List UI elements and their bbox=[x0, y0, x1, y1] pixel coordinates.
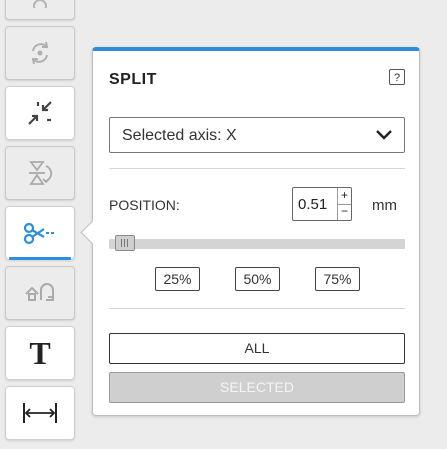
settings-icon bbox=[33, 0, 47, 8]
axis-select-value: Selected axis: X bbox=[122, 127, 237, 144]
divider bbox=[109, 168, 405, 169]
position-unit: mm bbox=[372, 197, 397, 214]
position-input[interactable]: 0.51 + − bbox=[292, 187, 352, 221]
measure-tool-button[interactable] bbox=[5, 386, 75, 440]
position-value[interactable]: 0.51 bbox=[298, 196, 327, 213]
split-selected-button[interactable]: SELECTED bbox=[109, 372, 405, 403]
preset-75-button[interactable]: 75% bbox=[315, 267, 360, 291]
place-on-face-icon bbox=[29, 161, 53, 185]
axis-select[interactable]: Selected axis: X bbox=[109, 117, 405, 153]
split-panel: SPLIT ? Selected axis: X POSITION: 0.51 … bbox=[92, 47, 420, 416]
tool-top-partial[interactable] bbox=[5, 0, 75, 20]
preset-25-button[interactable]: 25% bbox=[155, 267, 200, 291]
help-button[interactable]: ? bbox=[389, 69, 405, 85]
tool-sidebar: T bbox=[0, 0, 79, 449]
chevron-down-icon bbox=[376, 130, 392, 140]
support-tool-button[interactable] bbox=[5, 266, 75, 320]
support-icon bbox=[25, 283, 54, 301]
rotate-icon bbox=[31, 41, 49, 65]
slider-handle[interactable] bbox=[114, 235, 135, 251]
place-on-face-tool-button[interactable] bbox=[5, 146, 75, 200]
split-tool-button[interactable] bbox=[5, 206, 75, 260]
position-slider[interactable] bbox=[109, 235, 405, 251]
decrement-button[interactable]: − bbox=[338, 204, 351, 220]
scissors-icon bbox=[23, 222, 54, 245]
position-stepper: + − bbox=[337, 188, 351, 220]
scale-tool-button[interactable] bbox=[5, 86, 75, 140]
text-icon: T bbox=[29, 334, 51, 371]
divider bbox=[109, 308, 405, 309]
preset-50-button[interactable]: 50% bbox=[235, 267, 280, 291]
increment-button[interactable]: + bbox=[338, 188, 351, 205]
measure-icon bbox=[23, 403, 57, 423]
split-all-button[interactable]: ALL bbox=[109, 333, 405, 364]
text-tool-button[interactable]: T bbox=[5, 326, 75, 380]
position-label: POSITION: bbox=[109, 197, 180, 213]
rotate-tool-button[interactable] bbox=[5, 26, 75, 80]
panel-title: SPLIT bbox=[109, 71, 157, 88]
scale-icon bbox=[28, 101, 52, 125]
